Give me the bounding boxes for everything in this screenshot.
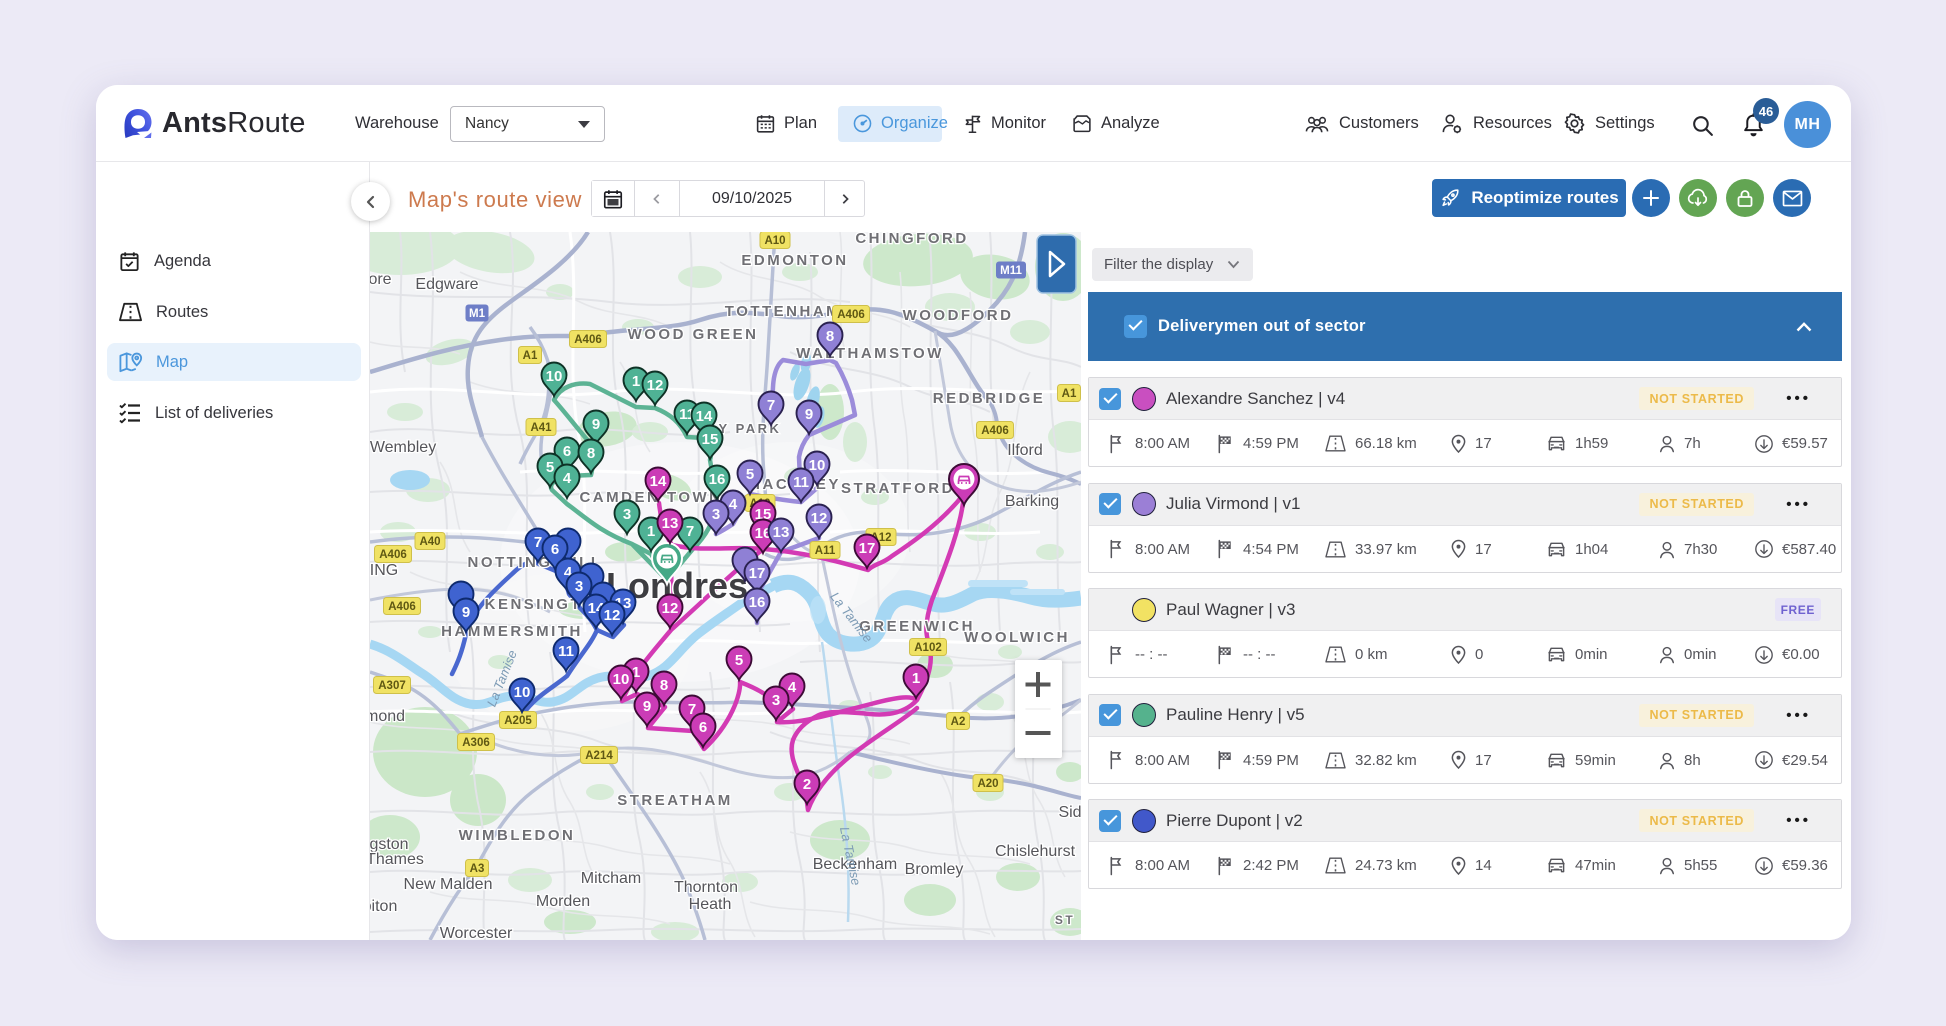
svg-text:Sid: Sid <box>1058 804 1081 821</box>
svg-text:Bromley: Bromley <box>905 861 964 878</box>
svg-text:WOOLWICH: WOOLWICH <box>964 629 1070 646</box>
svg-text:WALTHAMSTOW: WALTHAMSTOW <box>796 345 944 362</box>
svg-text:5: 5 <box>746 466 754 483</box>
svg-text:1: 1 <box>912 670 920 687</box>
svg-text:10: 10 <box>809 457 826 474</box>
svg-text:11: 11 <box>558 643 574 660</box>
svg-text:Thornton: Thornton <box>674 879 738 896</box>
svg-text:Barking: Barking <box>1005 493 1059 510</box>
svg-text:GREENWICH: GREENWICH <box>859 618 975 635</box>
svg-text:3: 3 <box>623 506 631 523</box>
svg-text:ST: ST <box>1055 913 1075 927</box>
svg-text:10: 10 <box>613 671 630 688</box>
svg-text:A11: A11 <box>815 545 836 557</box>
svg-text:14: 14 <box>696 408 713 425</box>
svg-text:M11: M11 <box>1000 265 1022 277</box>
svg-text:3: 3 <box>575 578 583 595</box>
svg-text:6: 6 <box>699 719 707 736</box>
svg-text:STRATFORD: STRATFORD <box>841 480 955 497</box>
svg-text:9: 9 <box>805 406 813 423</box>
svg-text:Thames: Thames <box>370 851 424 868</box>
svg-text:A20: A20 <box>977 778 998 790</box>
svg-text:1: 1 <box>647 523 655 540</box>
svg-text:12: 12 <box>662 600 679 617</box>
svg-text:12: 12 <box>604 607 621 624</box>
svg-text:M1: M1 <box>469 308 486 320</box>
svg-text:A3: A3 <box>470 863 485 875</box>
svg-text:CHINGFORD: CHINGFORD <box>855 232 968 247</box>
svg-text:4: 4 <box>788 679 797 696</box>
svg-text:12: 12 <box>647 377 664 394</box>
svg-text:A2: A2 <box>951 716 966 728</box>
svg-text:mond: mond <box>370 708 405 725</box>
svg-text:13: 13 <box>773 524 790 541</box>
svg-text:STREATHAM: STREATHAM <box>617 792 733 809</box>
svg-text:A41: A41 <box>530 422 552 434</box>
svg-text:A205: A205 <box>504 715 532 727</box>
svg-text:15: 15 <box>702 431 719 448</box>
svg-text:Wembley: Wembley <box>370 439 436 456</box>
svg-text:7: 7 <box>767 397 775 414</box>
svg-text:WOODFORD: WOODFORD <box>903 307 1014 324</box>
svg-text:Heath: Heath <box>689 896 732 913</box>
svg-text:7: 7 <box>686 523 694 540</box>
svg-text:Chislehurst: Chislehurst <box>995 843 1076 860</box>
svg-text:A1: A1 <box>1062 388 1077 400</box>
svg-text:Edgware: Edgware <box>415 276 478 293</box>
svg-text:9: 9 <box>643 698 651 715</box>
svg-text:A214: A214 <box>585 750 613 762</box>
svg-text:A406: A406 <box>981 425 1009 437</box>
svg-text:A406: A406 <box>837 309 865 321</box>
svg-text:ore: ore <box>370 271 392 288</box>
svg-text:TOTTENHAM: TOTTENHAM <box>725 303 841 320</box>
svg-text:3: 3 <box>772 692 780 709</box>
svg-text:A1: A1 <box>523 350 538 362</box>
svg-text:A40: A40 <box>419 536 440 548</box>
svg-text:13: 13 <box>662 515 679 532</box>
svg-text:A10: A10 <box>764 235 785 247</box>
svg-text:1: 1 <box>632 373 640 390</box>
svg-text:Morden: Morden <box>536 893 590 910</box>
svg-text:A406: A406 <box>379 549 407 561</box>
svg-text:3: 3 <box>712 506 720 523</box>
svg-text:ING: ING <box>370 562 398 579</box>
svg-text:16: 16 <box>709 471 726 488</box>
svg-text:17: 17 <box>749 565 766 582</box>
svg-text:10: 10 <box>514 684 531 701</box>
svg-text:4: 4 <box>729 496 738 513</box>
svg-text:A307: A307 <box>378 680 406 692</box>
svg-text:7: 7 <box>534 534 542 551</box>
svg-text:5: 5 <box>735 652 743 669</box>
svg-text:biton: biton <box>370 898 397 915</box>
svg-text:A306: A306 <box>462 737 490 749</box>
svg-text:Worcester: Worcester <box>440 925 513 940</box>
svg-text:9: 9 <box>462 604 470 621</box>
svg-text:8: 8 <box>587 445 595 462</box>
svg-text:11: 11 <box>793 474 809 491</box>
svg-text:WIMBLEDON: WIMBLEDON <box>459 827 576 844</box>
svg-text:2: 2 <box>803 776 811 793</box>
svg-text:17: 17 <box>859 540 876 557</box>
svg-text:12: 12 <box>811 510 828 527</box>
svg-text:6: 6 <box>563 443 571 460</box>
svg-text:10: 10 <box>546 368 563 385</box>
svg-text:EDMONTON: EDMONTON <box>741 252 848 269</box>
svg-text:A406: A406 <box>574 334 602 346</box>
svg-text:5: 5 <box>546 459 554 476</box>
svg-text:New Malden: New Malden <box>404 876 493 893</box>
svg-text:16: 16 <box>749 594 766 611</box>
svg-text:4: 4 <box>563 470 572 487</box>
svg-text:Ilford: Ilford <box>1007 442 1043 459</box>
svg-text:9: 9 <box>592 416 600 433</box>
svg-text:14: 14 <box>650 473 667 490</box>
svg-text:A102: A102 <box>914 642 942 654</box>
svg-text:8: 8 <box>660 677 668 694</box>
svg-text:Mitcham: Mitcham <box>581 870 641 887</box>
svg-text:WOOD GREEN: WOOD GREEN <box>628 326 759 343</box>
svg-text:A406: A406 <box>388 601 416 613</box>
svg-text:8: 8 <box>826 328 834 345</box>
svg-text:6: 6 <box>551 541 559 558</box>
svg-text:REDBRIDGE: REDBRIDGE <box>933 390 1046 407</box>
